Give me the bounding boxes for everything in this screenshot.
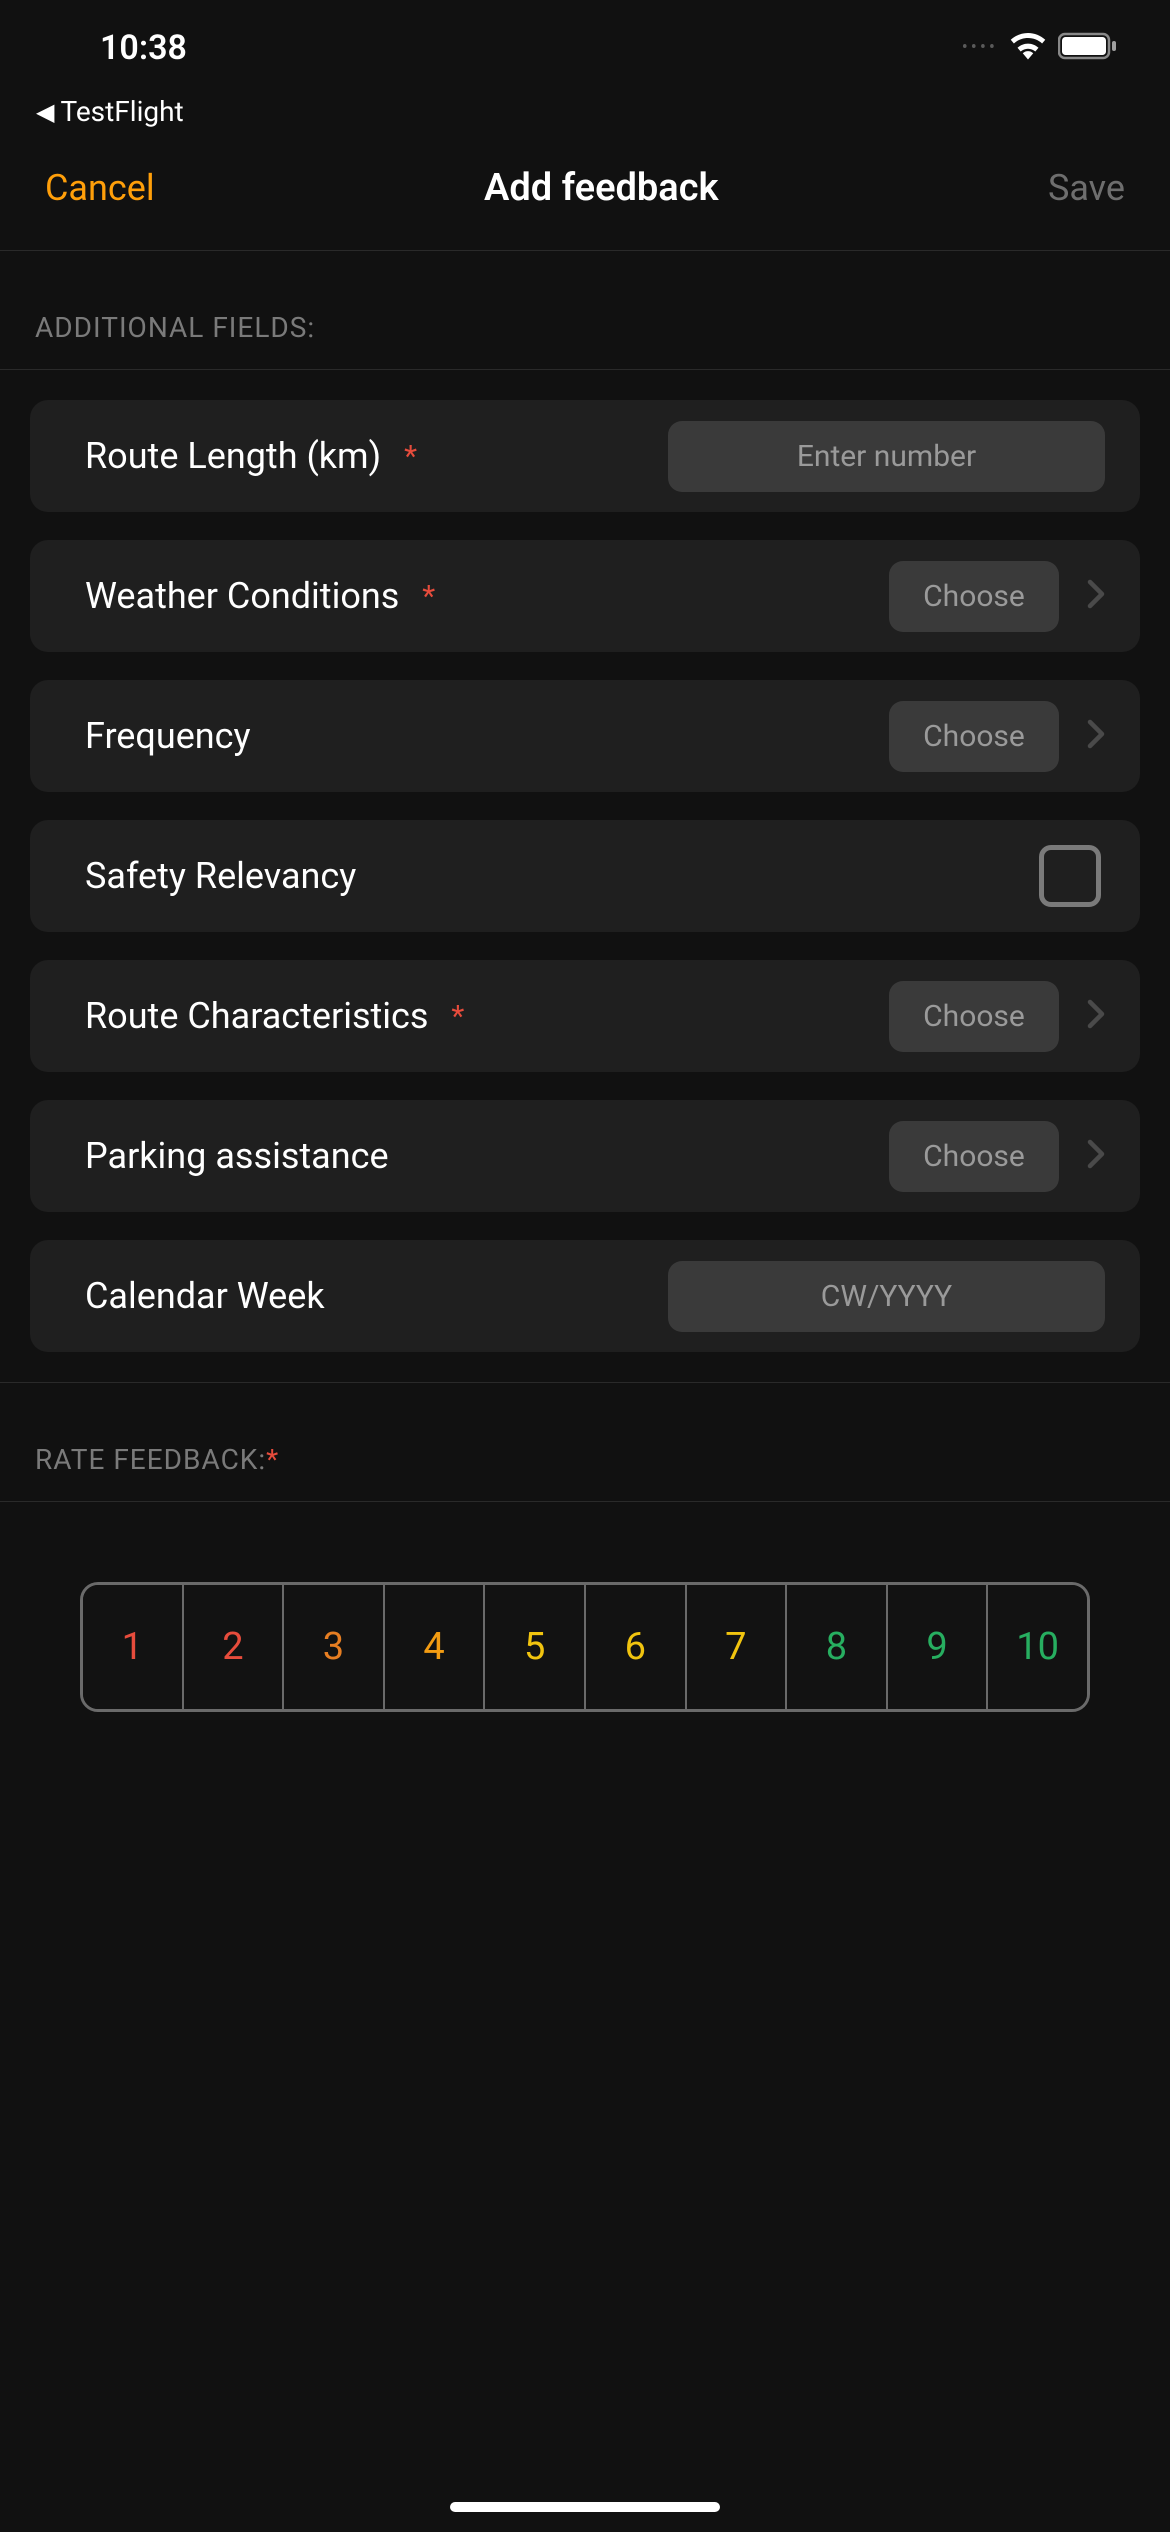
battery-icon	[1058, 32, 1120, 64]
nav-bar: Cancel Add feedback Save	[0, 146, 1170, 251]
row-route-characteristics[interactable]: Route Characteristics * Choose	[30, 960, 1140, 1072]
label-weather: Weather Conditions *	[85, 575, 435, 617]
row-weather[interactable]: Weather Conditions * Choose	[30, 540, 1140, 652]
rating-2[interactable]: 2	[184, 1585, 285, 1709]
status-right: ••••	[962, 32, 1120, 64]
back-caret-icon: ◀	[36, 98, 54, 126]
row-frequency[interactable]: Frequency Choose	[30, 680, 1140, 792]
label-route-length: Route Length (km) *	[85, 435, 417, 477]
label-route-characteristics: Route Characteristics *	[85, 995, 464, 1037]
cellular-dots-icon: ••••	[962, 37, 998, 58]
choose-weather-button[interactable]: Choose	[889, 561, 1059, 632]
row-safety: Safety Relevancy	[30, 820, 1140, 932]
rating-4[interactable]: 4	[385, 1585, 486, 1709]
rating-10[interactable]: 10	[988, 1585, 1087, 1709]
rating-7[interactable]: 7	[687, 1585, 788, 1709]
rating-1[interactable]: 1	[83, 1585, 184, 1709]
rating-8[interactable]: 8	[787, 1585, 888, 1709]
required-star-icon: *	[408, 579, 435, 614]
status-bar: 10:38 ••••	[0, 0, 1170, 95]
status-time: 10:38	[100, 28, 187, 68]
label-frequency: Frequency	[85, 715, 251, 757]
rating-6[interactable]: 6	[586, 1585, 687, 1709]
required-star-icon: *	[437, 999, 464, 1034]
required-star-icon: *	[390, 439, 417, 474]
home-indicator[interactable]	[450, 2502, 720, 2512]
save-button[interactable]: Save	[1048, 167, 1125, 209]
cancel-button[interactable]: Cancel	[45, 167, 155, 209]
fields-list: Route Length (km) * Weather Conditions *…	[0, 370, 1170, 1352]
input-calendar-week[interactable]	[668, 1261, 1105, 1332]
input-route-length[interactable]	[668, 421, 1105, 492]
required-star-icon: *	[266, 1443, 279, 1476]
chevron-right-icon	[1087, 1139, 1105, 1173]
chevron-right-icon	[1087, 719, 1105, 753]
wifi-icon	[1010, 32, 1046, 64]
chevron-right-icon	[1087, 579, 1105, 613]
row-parking[interactable]: Parking assistance Choose	[30, 1100, 1140, 1212]
back-app-label: TestFlight	[60, 95, 183, 128]
back-to-app[interactable]: ◀ TestFlight	[0, 95, 1170, 146]
rating-scale: 12345678910	[80, 1582, 1090, 1712]
row-calendar-week: Calendar Week	[30, 1240, 1140, 1352]
choose-route-char-button[interactable]: Choose	[889, 981, 1059, 1052]
label-safety: Safety Relevancy	[85, 855, 356, 897]
choose-parking-button[interactable]: Choose	[889, 1121, 1059, 1192]
rating-9[interactable]: 9	[888, 1585, 989, 1709]
choose-frequency-button[interactable]: Choose	[889, 701, 1059, 772]
label-calendar-week: Calendar Week	[85, 1275, 325, 1317]
rating-scale-container: 12345678910	[0, 1502, 1170, 1712]
section-header-rate: RATE FEEDBACK:*	[0, 1382, 1170, 1502]
rating-5[interactable]: 5	[485, 1585, 586, 1709]
rating-3[interactable]: 3	[284, 1585, 385, 1709]
checkbox-safety[interactable]	[1039, 845, 1101, 907]
chevron-right-icon	[1087, 999, 1105, 1033]
label-parking: Parking assistance	[85, 1135, 389, 1177]
section-header-additional: ADDITIONAL FIELDS:	[0, 251, 1170, 370]
row-route-length: Route Length (km) *	[30, 400, 1140, 512]
page-title: Add feedback	[484, 166, 719, 210]
